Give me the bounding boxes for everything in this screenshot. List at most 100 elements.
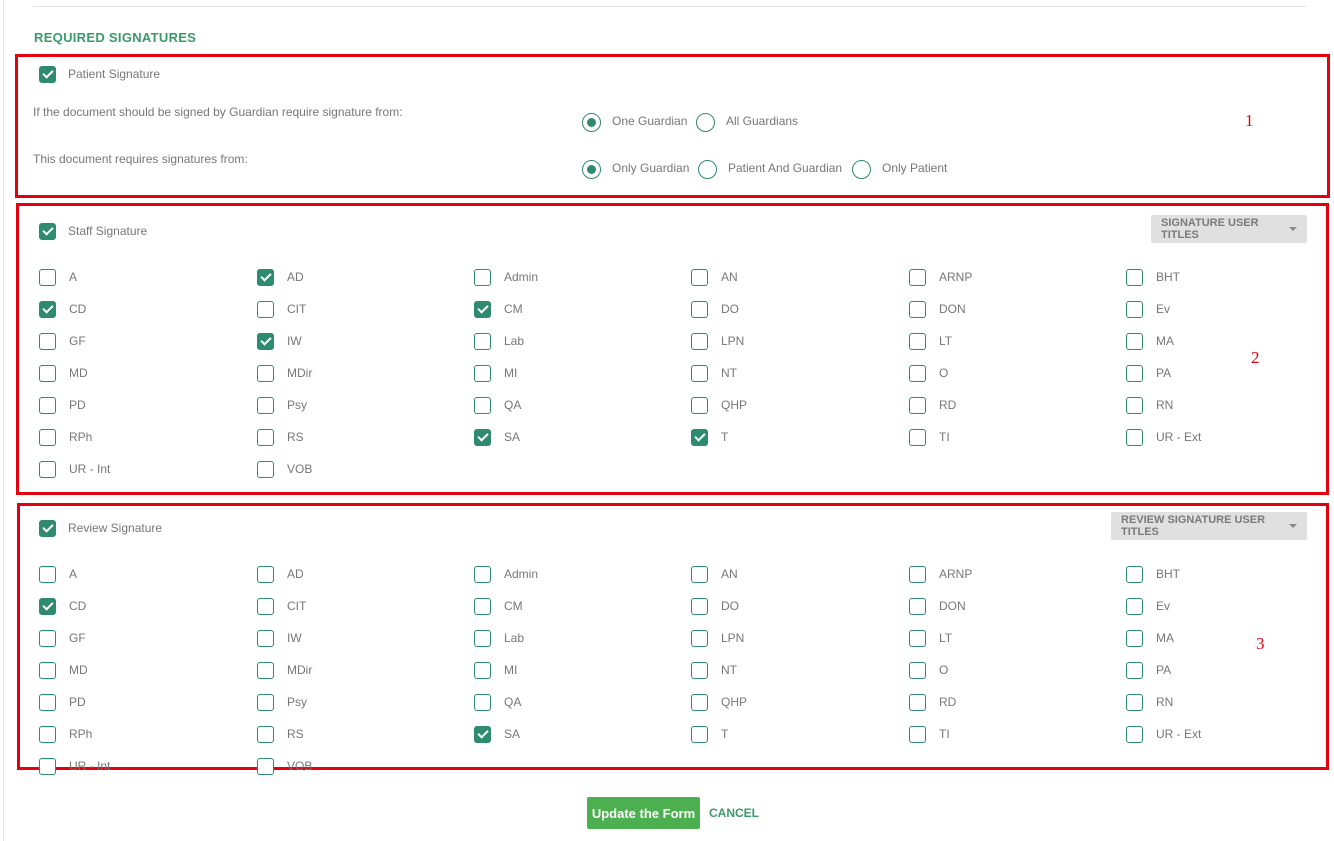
review-title-label: BHT <box>1156 567 1180 581</box>
review-title-checkbox[interactable] <box>39 726 56 743</box>
review-title-label: IW <box>287 631 302 645</box>
review-title-checkbox[interactable] <box>691 726 708 743</box>
review-title-checkbox[interactable] <box>691 566 708 583</box>
patient-signature-checkbox[interactable] <box>39 66 56 83</box>
review-title-checkbox[interactable] <box>691 630 708 647</box>
review-title-checkbox[interactable] <box>257 566 274 583</box>
staff-title-checkbox[interactable] <box>39 461 56 478</box>
review-title-checkbox[interactable] <box>909 566 926 583</box>
review-title-checkbox[interactable] <box>1126 662 1143 679</box>
staff-title-checkbox[interactable] <box>39 301 56 318</box>
radio-one-guardian[interactable] <box>582 113 601 132</box>
review-title-checkbox[interactable] <box>39 662 56 679</box>
review-title-checkbox[interactable] <box>474 598 491 615</box>
staff-title-checkbox[interactable] <box>1126 269 1143 286</box>
staff-title-checkbox[interactable] <box>257 301 274 318</box>
review-title-checkbox[interactable] <box>1126 726 1143 743</box>
review-title-checkbox[interactable] <box>909 662 926 679</box>
staff-title-checkbox[interactable] <box>1126 429 1143 446</box>
review-title-checkbox[interactable] <box>257 598 274 615</box>
staff-title-checkbox[interactable] <box>474 397 491 414</box>
staff-title-checkbox[interactable] <box>909 333 926 350</box>
review-title-checkbox[interactable] <box>257 630 274 647</box>
staff-title-checkbox[interactable] <box>909 269 926 286</box>
staff-title-checkbox[interactable] <box>909 397 926 414</box>
cancel-button[interactable]: CANCEL <box>709 806 759 820</box>
staff-title-checkbox[interactable] <box>39 429 56 446</box>
staff-title-checkbox[interactable] <box>474 429 491 446</box>
review-title-checkbox[interactable] <box>39 630 56 647</box>
review-signature-label: Review Signature <box>68 521 163 535</box>
review-title-checkbox[interactable] <box>1126 598 1143 615</box>
staff-title-checkbox[interactable] <box>474 269 491 286</box>
staff-title-label: PA <box>1156 366 1172 380</box>
review-title-checkbox[interactable] <box>39 758 56 775</box>
staff-title-checkbox[interactable] <box>39 333 56 350</box>
review-title-checkbox[interactable] <box>39 694 56 711</box>
staff-title-label: Lab <box>504 334 525 348</box>
staff-title-checkbox[interactable] <box>257 269 274 286</box>
review-title-checkbox[interactable] <box>909 694 926 711</box>
review-title-label: UR - Int <box>69 759 111 773</box>
review-title-label: QHP <box>721 695 748 709</box>
signature-user-titles-dropdown[interactable]: SIGNATURE USER TITLES <box>1151 215 1307 243</box>
staff-title-checkbox[interactable] <box>909 365 926 382</box>
staff-title-checkbox[interactable] <box>474 333 491 350</box>
staff-title-checkbox[interactable] <box>39 365 56 382</box>
radio-only-guardian[interactable] <box>582 160 601 179</box>
review-title-checkbox[interactable] <box>474 662 491 679</box>
update-form-button[interactable]: Update the Form <box>587 797 700 829</box>
staff-title-checkbox[interactable] <box>691 397 708 414</box>
staff-title-checkbox[interactable] <box>1126 301 1143 318</box>
staff-title-checkbox[interactable] <box>691 333 708 350</box>
staff-title-checkbox[interactable] <box>474 301 491 318</box>
review-title-label: LPN <box>721 631 745 645</box>
radio-only-patient[interactable] <box>852 160 871 179</box>
review-title-checkbox[interactable] <box>909 630 926 647</box>
staff-signature-checkbox[interactable] <box>39 223 56 240</box>
staff-title-label: Admin <box>504 270 539 284</box>
review-title-checkbox[interactable] <box>909 598 926 615</box>
top-divider <box>33 6 1307 7</box>
staff-title-checkbox[interactable] <box>909 429 926 446</box>
review-title-checkbox[interactable] <box>257 726 274 743</box>
staff-title-checkbox[interactable] <box>1126 365 1143 382</box>
review-title-checkbox[interactable] <box>474 630 491 647</box>
staff-title-checkbox[interactable] <box>909 301 926 318</box>
review-title-checkbox[interactable] <box>691 694 708 711</box>
review-title-checkbox[interactable] <box>1126 694 1143 711</box>
review-title-checkbox[interactable] <box>691 598 708 615</box>
staff-title-checkbox[interactable] <box>257 429 274 446</box>
review-title-checkbox[interactable] <box>257 758 274 775</box>
staff-title-checkbox[interactable] <box>691 365 708 382</box>
review-title-checkbox[interactable] <box>474 694 491 711</box>
staff-title-checkbox[interactable] <box>474 365 491 382</box>
review-title-checkbox[interactable] <box>691 662 708 679</box>
review-title-checkbox[interactable] <box>909 726 926 743</box>
staff-title-checkbox[interactable] <box>39 397 56 414</box>
staff-title-checkbox[interactable] <box>257 397 274 414</box>
review-title-checkbox[interactable] <box>474 726 491 743</box>
staff-title-checkbox[interactable] <box>39 269 56 286</box>
review-signature-user-titles-dropdown[interactable]: REVIEW SIGNATURE USER TITLES <box>1111 512 1307 540</box>
review-title-checkbox[interactable] <box>1126 630 1143 647</box>
staff-title-checkbox[interactable] <box>1126 397 1143 414</box>
review-title-checkbox[interactable] <box>39 598 56 615</box>
review-title-checkbox[interactable] <box>257 694 274 711</box>
staff-title-checkbox[interactable] <box>257 333 274 350</box>
staff-title-checkbox[interactable] <box>1126 333 1143 350</box>
review-title-checkbox[interactable] <box>1126 566 1143 583</box>
radio-all-guardians[interactable] <box>696 113 715 132</box>
staff-title-checkbox[interactable] <box>691 429 708 446</box>
review-title-checkbox[interactable] <box>474 566 491 583</box>
staff-title-label: A <box>69 270 78 284</box>
review-title-checkbox[interactable] <box>257 662 274 679</box>
staff-title-checkbox[interactable] <box>257 365 274 382</box>
review-title-label: NT <box>721 663 737 677</box>
radio-patient-and-guardian[interactable] <box>698 160 717 179</box>
staff-title-checkbox[interactable] <box>257 461 274 478</box>
staff-title-checkbox[interactable] <box>691 301 708 318</box>
review-title-checkbox[interactable] <box>39 566 56 583</box>
review-signature-checkbox[interactable] <box>39 520 56 537</box>
staff-title-checkbox[interactable] <box>691 269 708 286</box>
